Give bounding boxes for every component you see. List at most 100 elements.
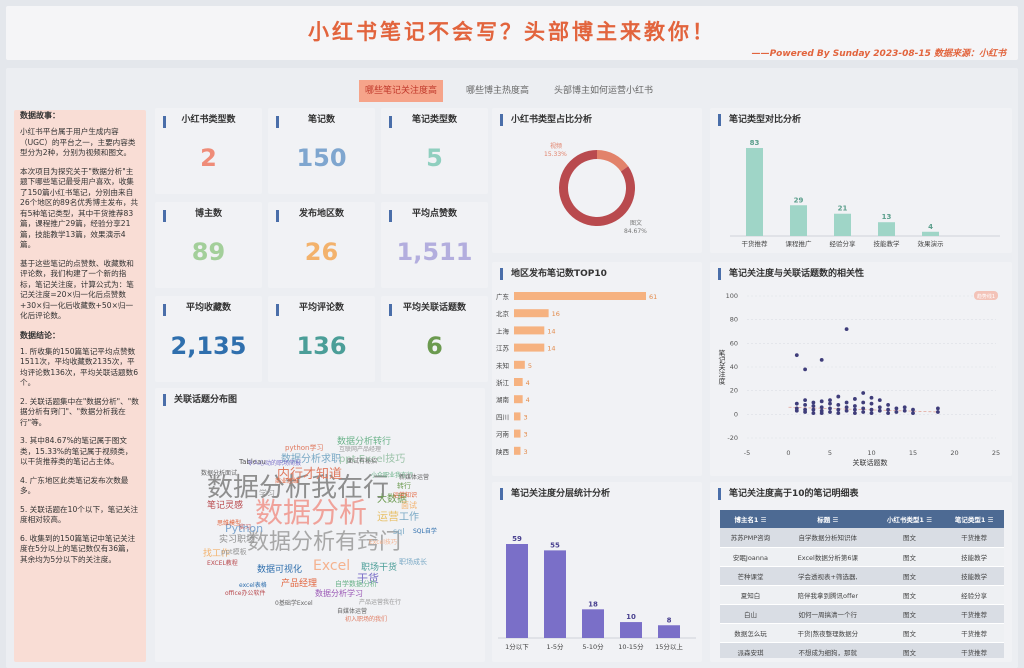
scatter-point [803,367,807,372]
bar-value-label: 5 [528,362,532,370]
scatter-point [844,405,849,410]
bar-value-label: 4 [526,379,530,387]
scatter-point [886,407,890,412]
tab-blogger-heat[interactable]: 哪些博主热度高 [460,80,535,102]
scatter-point [911,411,915,416]
page-title: 小红书笔记不会写？头部博主来教你！ [308,20,716,44]
hist-bar [544,550,566,638]
table-cell: Excel数据分析第6课 [780,547,875,567]
word-cloud-term: 笔记灵感 [207,500,244,511]
table-cell: 安眠Joanna [720,547,781,567]
y-tick-label: -20 [727,434,738,442]
bar-value-label: 83 [750,139,760,147]
scatter-point [811,407,816,412]
kpi-label: 平均关联话题数 [402,303,466,313]
kpi-value: 26 [304,238,339,266]
scatter-point [803,402,807,407]
scatter-point [853,407,857,412]
detail-table-wrap[interactable]: 博主名1 ☰ 标题 ☰ 小红书类型1 ☰ 笔记类型1 ☰ 苏苏PMP咨询 自学数据分析知… [720,510,1004,658]
tab-note-attention[interactable]: 哪些笔记关注度高 [359,80,444,102]
bar-value-label: 16 [552,310,560,318]
table-row[interactable]: 白山 如何一周搞清一个行 图文 干货推荐 [720,604,1004,624]
type-bar [834,213,851,236]
scatter-point [861,410,866,414]
scatter-point [794,408,799,413]
word-cloud-term: 学习 [259,489,275,498]
x-tick-label: 干货推荐 [742,239,769,248]
bar-value-label: 14 [547,327,555,335]
bar-value-label: 10 [626,613,636,621]
scatter-point [853,411,857,416]
kpi-card: 平均关联话题数 6 [381,296,488,382]
kpi-label: 博主数 [194,209,222,219]
kpi-label: 笔记类型数 [411,115,457,125]
y-tick-label: 江苏 [496,344,510,353]
x-tick-label: 课程推广 [786,239,813,248]
scatter-point [886,411,890,416]
table-row[interactable]: 苏苏PMP咨询 自学数据分析知识体 图文 干货推荐 [720,528,1004,548]
table-row[interactable]: 数据怎么玩 干货|熬夜整理数据分 图文 干货推荐 [720,623,1004,643]
table-cell: 图文 [874,642,945,658]
region-bar-card: 地区发布笔记数TOP10 广东 61 北京 16 上海 14 江苏 14 未知 5 浙江 4 湖南 4 四川… [492,262,702,476]
type-bar-chart: 83 干货推荐 29 课程推广 21 经验分享 13 技能教学 4 效果演示 [730,139,1000,248]
table-row[interactable]: 安眠Joanna Excel数据分析第6课 图文 技能教学 [720,547,1004,567]
kpi-value: 1,511 [396,238,473,266]
scatter-point [828,406,832,411]
hist-bar [582,609,604,638]
table-cell: 派森安琪 [720,642,781,658]
table-title: 笔记关注度高于10的笔记明细表 [718,488,859,500]
kpi-value: 150 [296,144,347,172]
x-tick-label: 10-15分 [618,642,644,651]
table-header-cell[interactable]: 小红书类型1 ☰ [874,510,945,528]
tab-blogger-operation[interactable]: 头部博主如何运营小红书 [548,80,659,102]
table-cell: 如何一周搞清一个行 [780,604,875,624]
word-cloud-term: Excel [313,558,351,574]
scatter-point [853,397,857,401]
kpi-label: 发布地区数 [298,209,344,219]
x-tick-label: 5-10分 [582,642,604,651]
bar-value-label: 4 [526,396,530,404]
y-tick-label: 60 [730,339,738,347]
wordcloud-card: 关联话题分布图 数据分析我在行 数据分析 数据分析有窍门 内行才知道 数据分析求职 ppt… [155,388,485,662]
scatter-point [877,398,882,403]
word-cloud-term: EXCEL教程 [207,560,238,567]
table-header-cell[interactable]: 博主名1 ☰ [720,510,781,528]
type-bar [878,222,895,236]
word-cloud-term: office办公软件 [225,590,266,597]
kpi-value: 2,135 [170,332,247,360]
region-bar [514,343,545,352]
table-cell: 学会透视表+筛选器, [780,566,875,586]
trendline-badge-label: 趋势线1 [977,293,995,300]
y-tick-label: 20 [730,387,738,395]
table-header-cell[interactable]: 标题 ☰ [780,510,875,528]
conclusion-item: 2. 关联话题集中在"数据分析"、"数据分析有窍门"、"数据分析我在行"等。 [20,396,139,427]
table-row[interactable]: 夏知白 陪伴我拿到腾讯offer 图文 经验分享 [720,585,1004,605]
hist-bar [620,622,642,638]
kpi-label: 笔记数 [307,115,335,125]
region-bar [514,292,646,300]
y-tick-label: 上海 [496,326,510,335]
table-header-cell[interactable]: 笔记类型1 ☰ [944,510,1004,528]
table-cell: 图文 [874,566,945,586]
table-cell: 干货推荐 [944,623,1004,643]
word-cloud-term: 工作 [399,512,419,523]
bar-value-label: 59 [512,535,522,543]
scatter-chart: 100 80 60 40 20 0 -20 -5 0 5 10 15 20 25 关联话题数 笔记关注度 趋势线… [718,291,1000,467]
word-cloud-term: 初入职场的我们 [345,616,388,623]
word-cloud-term: 互联网产品经理 [339,446,382,453]
scatter-point [861,400,866,405]
table-cell: 陪伴我拿到腾讯offer [780,585,875,605]
region-bar [514,360,525,369]
word-cloud-term: 数据分析 [255,496,368,529]
table-cell: 干货推荐 [944,528,1004,548]
scatter-point [844,327,849,332]
kpi-value: 2 [200,144,217,172]
table-row[interactable]: 芒种课堂 学会透视表+筛选器, 图文 技能教学 [720,566,1004,586]
table-cell: 图文 [874,604,945,624]
x-tick-label: 15 [909,449,917,457]
page-subtitle: ——Powered By Sunday 2023-08-15 数据来源：小红书 [751,49,1006,59]
table-cell: 干货|熬夜整理数据分 [780,623,875,643]
y-tick-label: 100 [726,292,738,300]
word-cloud-term: 面试有秘招 [347,458,378,465]
table-row[interactable]: 派森安琪 不想成为细狗，那就 图文 干货推荐 [720,642,1004,658]
